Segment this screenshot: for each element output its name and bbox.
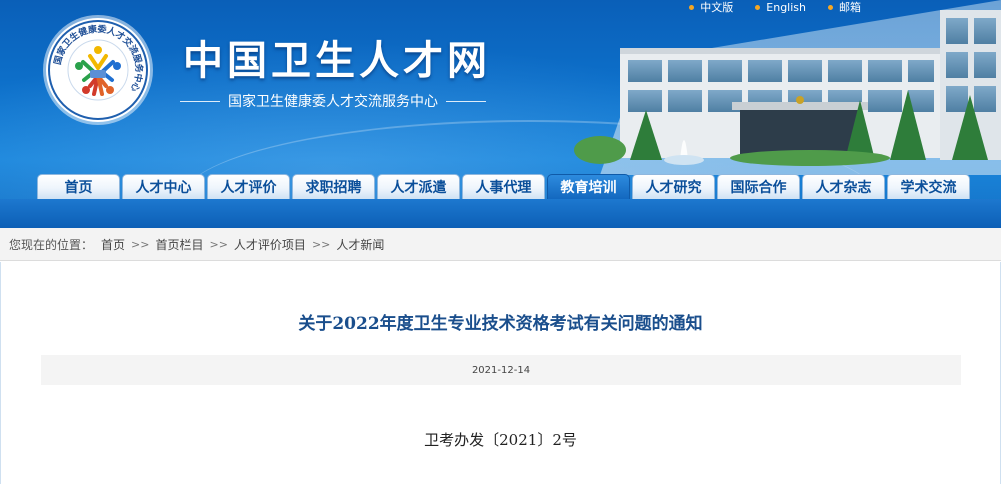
link-english-label: English	[766, 0, 806, 14]
link-mailbox-label: 邮箱	[839, 1, 861, 14]
nav-item-label: 求职招聘	[305, 180, 362, 196]
article-title: 关于2022年度卫生专业技术资格考试有关问题的通知	[298, 314, 703, 334]
breadcrumb-separator: >>	[131, 237, 150, 251]
site-subtitle-text: 国家卫生健康委人才交流服务中心	[228, 94, 438, 110]
nav-item-label: 人才研究	[645, 180, 702, 196]
site-logo[interactable]: 国家卫生健康委人才交流服务中心	[46, 18, 150, 122]
nav-item-label: 国际合作	[730, 180, 787, 196]
nav-item-label: 人事代理	[475, 180, 532, 196]
nav-item-label: 人才中心	[135, 180, 192, 196]
main-nav: 首页 人才中心 人才评价 求职招聘 人才派遣 人事代理 教育培训 人才研究 国际…	[0, 172, 1001, 200]
nav-item-education-training[interactable]: 教育培训	[547, 174, 630, 199]
bullet-dot-icon	[689, 4, 695, 10]
nav-item-personnel-agency[interactable]: 人事代理	[462, 174, 545, 199]
bullet-dot-icon	[828, 4, 833, 10]
nav-item-label: 教育培训	[560, 180, 617, 196]
nav-item-talent-research[interactable]: 人才研究	[632, 174, 715, 199]
link-chinese-label: 中文版	[700, 1, 734, 14]
breadcrumb-separator: >>	[209, 237, 228, 251]
site-title: 中国卫生人才网	[183, 38, 491, 84]
article-meta: 2021-12-14	[41, 355, 961, 385]
nav-item-talent-magazine[interactable]: 人才杂志	[802, 174, 885, 199]
document-number: 卫考办发〔2021〕2号	[424, 431, 577, 449]
nav-item-talent-evaluation[interactable]: 人才评价	[207, 174, 290, 199]
nav-item-talent-dispatch[interactable]: 人才派遣	[377, 174, 460, 199]
nav-item-label: 人才派遣	[390, 180, 447, 196]
nav-item-academic-exchange[interactable]: 学术交流	[887, 174, 970, 199]
nav-item-talent-center[interactable]: 人才中心	[122, 174, 205, 199]
nav-item-home[interactable]: 首页	[37, 174, 120, 199]
bullet-dot-icon	[755, 4, 761, 10]
breadcrumb: 您现在的位置： 首页 >> 首页栏目 >> 人才评价项目 >> 人才新闻	[0, 228, 1001, 261]
breadcrumb-item-evaluation-projects[interactable]: 人才评价项目	[234, 236, 306, 253]
nav-item-international[interactable]: 国际合作	[717, 174, 800, 199]
nav-item-label: 人才杂志	[815, 180, 872, 196]
breadcrumb-item-talent-news[interactable]: 人才新闻	[336, 236, 384, 253]
link-english[interactable]: English	[755, 0, 806, 14]
nav-strip	[0, 199, 1001, 228]
nav-item-label: 学术交流	[900, 180, 957, 196]
breadcrumb-item-columns[interactable]: 首页栏目	[155, 236, 203, 253]
nav-item-label: 首页	[64, 180, 93, 196]
logo-emblem-icon: 国家卫生健康委人才交流服务中心	[48, 20, 148, 120]
breadcrumb-prefix: 您现在的位置：	[9, 237, 94, 252]
site-subtitle: 国家卫生健康委人才交流服务中心	[180, 91, 486, 111]
subtitle-rule-right	[446, 100, 486, 102]
top-links: 中文版 English 邮箱	[689, 0, 861, 14]
subtitle-rule-left	[180, 100, 220, 102]
link-chinese[interactable]: 中文版	[689, 0, 733, 14]
link-mailbox[interactable]: 邮箱	[828, 0, 861, 14]
building-illustration	[574, 0, 1001, 175]
nav-item-label: 人才评价	[220, 180, 277, 196]
breadcrumb-item-home[interactable]: 首页	[101, 236, 125, 253]
nav-item-job-recruitment[interactable]: 求职招聘	[292, 174, 375, 199]
article-date: 2021-12-14	[471, 364, 531, 376]
breadcrumb-separator: >>	[311, 237, 331, 251]
